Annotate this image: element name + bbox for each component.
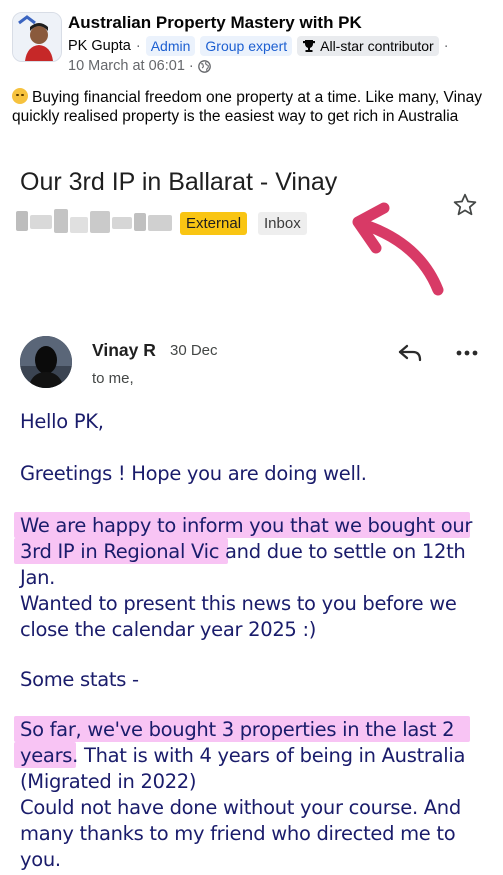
all-star-contributor-label: All-star contributor <box>320 38 434 54</box>
separator-dot: · <box>443 38 449 54</box>
email-body-line: We are happy to inform you that we bough… <box>20 514 473 537</box>
email-body-line: you. <box>20 848 61 871</box>
post-caption-text: Buying financial freedom one property at… <box>12 89 483 125</box>
email-subject: Our 3rd IP in Ballarat - Vinay <box>20 168 338 196</box>
smiling-face-emoji-icon <box>12 88 28 104</box>
recipient-line[interactable]: to me, <box>92 370 134 387</box>
email-body-line: So far, we've bought 3 properties in the… <box>20 718 455 741</box>
more-options-icon[interactable] <box>455 344 479 362</box>
email-body-line: Jan. <box>20 566 56 589</box>
post-meta: PK Gupta · Admin Group expert All-star c… <box>68 36 449 56</box>
post-caption: Buying financial freedom one property at… <box>12 88 492 126</box>
email-date: 30 Dec <box>170 342 218 359</box>
sender-name[interactable]: Vinay R <box>92 340 156 361</box>
author-name[interactable]: PK Gupta <box>68 38 131 54</box>
email-body-line: close the calendar year 2025 :) <box>20 618 317 641</box>
reply-icon[interactable] <box>396 341 424 365</box>
globe-icon <box>197 59 211 73</box>
group-expert-badge[interactable]: Group expert <box>200 36 293 56</box>
blurred-sender-address <box>16 207 176 237</box>
separator-dot: · <box>135 38 141 54</box>
post-timestamp[interactable]: 10 March at 06:01 <box>68 58 185 74</box>
group-name-link[interactable]: Australian Property Mastery with PK <box>68 13 362 33</box>
email-body-line: Wanted to present this news to you befor… <box>20 592 457 615</box>
email-body-line: (Migrated in 2022) <box>20 770 197 793</box>
external-label[interactable]: External <box>180 212 248 235</box>
group-avatar-image <box>13 13 61 61</box>
annotation-arrow-icon <box>352 202 444 296</box>
all-star-contributor-badge[interactable]: All-star contributor <box>297 36 439 56</box>
trophy-icon <box>303 40 316 52</box>
email-body-line: 3rd IP in Regional Vic and due to settle… <box>20 540 466 563</box>
group-avatar[interactable] <box>12 12 62 62</box>
post-time-row: 10 March at 06:01 · <box>68 58 211 74</box>
star-icon[interactable] <box>452 192 478 218</box>
email-body-line: Greetings ! Hope you are doing well. <box>20 462 367 485</box>
sender-avatar[interactable] <box>20 336 72 388</box>
email-body-line: Some stats - <box>20 668 139 691</box>
email-body-line: years. That is with 4 years of being in … <box>20 744 466 767</box>
admin-badge[interactable]: Admin <box>145 36 196 56</box>
sender-avatar-photo <box>20 336 72 388</box>
inbox-label[interactable]: Inbox <box>258 212 307 235</box>
email-body-line: Hello PK, <box>20 410 104 433</box>
email-body-line: many thanks to my friend who directed me… <box>20 822 456 845</box>
separator-dot: · <box>188 58 194 74</box>
email-body-line: Could not have done without your course.… <box>20 796 461 819</box>
